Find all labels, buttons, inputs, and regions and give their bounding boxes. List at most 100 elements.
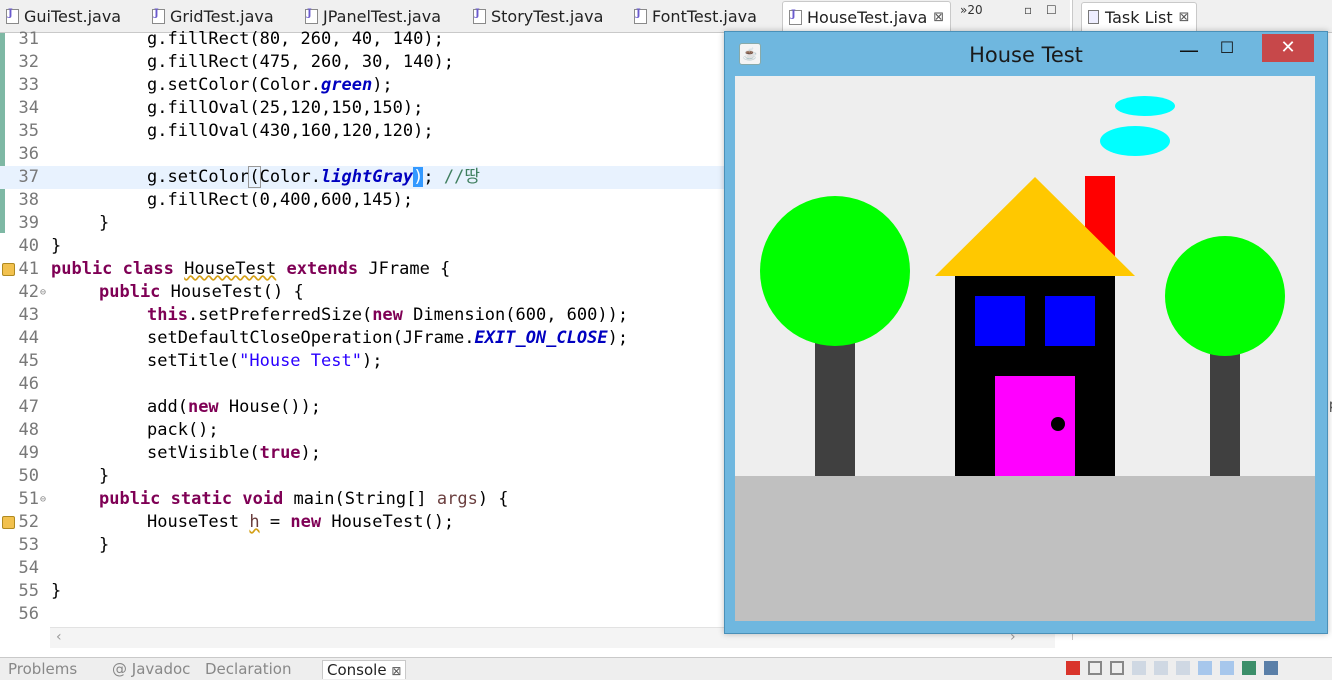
line-number: 48 — [18, 420, 39, 440]
code-text: Color. — [259, 167, 322, 187]
remove-launch-icon[interactable] — [1088, 661, 1102, 675]
line-number: 46 — [18, 374, 39, 394]
task-list-icon — [1088, 10, 1099, 24]
line-number: 41 — [18, 259, 39, 279]
tab-storytest[interactable]: StoryTest.java — [473, 2, 603, 30]
line-number: 31 — [18, 29, 39, 49]
java-file-icon — [634, 8, 647, 24]
maximize-button[interactable]: ☐ — [1214, 38, 1240, 64]
code-text: = — [269, 512, 281, 532]
code-text: g.fillRect(80, 260, 40, 140); — [147, 29, 444, 49]
tab-overflow-button[interactable]: »20 — [960, 3, 983, 17]
code-text: main(String[] — [293, 489, 427, 509]
tree-foliage-right — [1165, 236, 1285, 356]
scroll-lock-icon[interactable] — [1154, 661, 1168, 675]
code-text: g.setColor — [147, 167, 250, 187]
show-on-output-icon[interactable] — [1198, 661, 1212, 675]
code-text: setVisible( — [147, 443, 260, 463]
fold-toggle-icon[interactable]: ⊖ — [40, 281, 46, 304]
code-text: setTitle( — [147, 351, 240, 371]
maximize-icon[interactable]: ☐ — [1046, 3, 1057, 17]
scroll-left-icon[interactable]: ‹ — [56, 629, 62, 645]
code-keyword: public — [99, 489, 161, 509]
remove-all-icon[interactable] — [1110, 661, 1124, 675]
code-text: setDefaultCloseOperation(JFrame. — [147, 328, 475, 348]
code-text: ); — [607, 328, 629, 348]
close-icon[interactable]: ⊠ — [391, 664, 401, 678]
code-field: green — [321, 75, 373, 95]
tab-label: GridTest.java — [170, 6, 274, 26]
code-text: g.fillOval(25,120,150,150); — [147, 98, 424, 118]
tab-javadoc[interactable]: @ Javadoc — [112, 660, 190, 678]
code-text: House()); — [228, 397, 322, 417]
pin-console-icon[interactable] — [1242, 661, 1256, 675]
line-number: 32 — [18, 52, 39, 72]
tab-label: FontTest.java — [652, 6, 757, 26]
tab-declaration[interactable]: Declaration — [205, 660, 291, 678]
code-keyword: public — [51, 259, 113, 279]
door-knob — [1051, 417, 1065, 431]
code-text: } — [99, 213, 110, 233]
tab-problems[interactable]: Problems — [8, 660, 77, 678]
code-text: pack(); — [147, 420, 219, 440]
code-text: HouseTest — [147, 512, 240, 532]
java-file-icon — [473, 8, 486, 24]
tab-task-list[interactable]: Task List ⊠ — [1081, 2, 1197, 31]
cloud-small — [1115, 96, 1175, 116]
code-text: } — [99, 535, 110, 555]
code-text: .setPreferredSize( — [187, 305, 373, 325]
window-left — [975, 296, 1025, 346]
fold-toggle-icon[interactable]: ⊖ — [40, 488, 46, 511]
ground — [735, 476, 1315, 621]
clear-console-icon[interactable] — [1132, 661, 1146, 675]
line-number: 44 — [18, 328, 39, 348]
tab-label: StoryTest.java — [491, 6, 604, 26]
code-text: g.fillRect(475, 260, 30, 140); — [147, 52, 455, 72]
minimize-icon[interactable]: ▫ — [1024, 3, 1032, 17]
tab-guitest[interactable]: GuiTest.java — [6, 2, 121, 30]
tab-gridtest[interactable]: GridTest.java — [152, 2, 274, 30]
code-text: } — [51, 581, 62, 601]
minimize-button[interactable]: — — [1176, 38, 1202, 64]
code-keyword: void — [242, 489, 284, 509]
line-number: 50 — [18, 466, 39, 486]
house-test-window[interactable]: ☕ House Test — ☐ ✕ — [724, 31, 1328, 634]
close-icon[interactable]: ⊠ — [1179, 10, 1190, 25]
line-number: 45 — [18, 351, 39, 371]
code-variable: h — [249, 512, 260, 532]
roof — [935, 177, 1135, 276]
terminate-icon[interactable] — [1066, 661, 1080, 675]
code-text: ); — [372, 75, 393, 95]
tab-fonttest[interactable]: FontTest.java — [634, 2, 757, 30]
code-keyword: extends — [286, 259, 359, 279]
open-console-icon[interactable] — [1264, 661, 1278, 675]
java-file-icon — [6, 8, 19, 24]
code-text: Dimension(600, 600)); — [413, 305, 629, 325]
close-icon[interactable]: ⊠ — [933, 10, 944, 25]
code-text: JFrame { — [368, 259, 451, 279]
task-list-header: Task List ⊠ — [1073, 0, 1332, 33]
word-wrap-icon[interactable] — [1176, 661, 1190, 675]
tab-label: GuiTest.java — [24, 6, 122, 26]
code-keyword: true — [259, 443, 301, 463]
code-param: args — [436, 489, 478, 509]
code-field: lightGray — [321, 167, 414, 187]
code-keyword: new — [290, 512, 322, 532]
line-number: 49 — [18, 443, 39, 463]
window-title-bar[interactable]: ☕ House Test — ☐ ✕ — [725, 32, 1327, 76]
tab-jpaneltest[interactable]: JPanelTest.java — [305, 2, 441, 30]
window-right — [1045, 296, 1095, 346]
task-list-label: Task List — [1105, 7, 1173, 27]
close-button[interactable]: ✕ — [1262, 34, 1314, 62]
line-number: 55 — [18, 581, 39, 601]
show-on-error-icon[interactable] — [1220, 661, 1234, 675]
tab-label: JPanelTest.java — [323, 6, 441, 26]
code-text: } — [99, 466, 110, 486]
line-number: 34 — [18, 98, 39, 118]
tab-label: HouseTest.java — [807, 8, 928, 27]
line-number: 37 — [18, 167, 39, 187]
code-text: HouseTest(); — [331, 512, 455, 532]
tab-console[interactable]: Console ⊠ — [322, 660, 407, 679]
tree-foliage-left — [760, 196, 910, 346]
tree-trunk-right — [1210, 336, 1240, 476]
